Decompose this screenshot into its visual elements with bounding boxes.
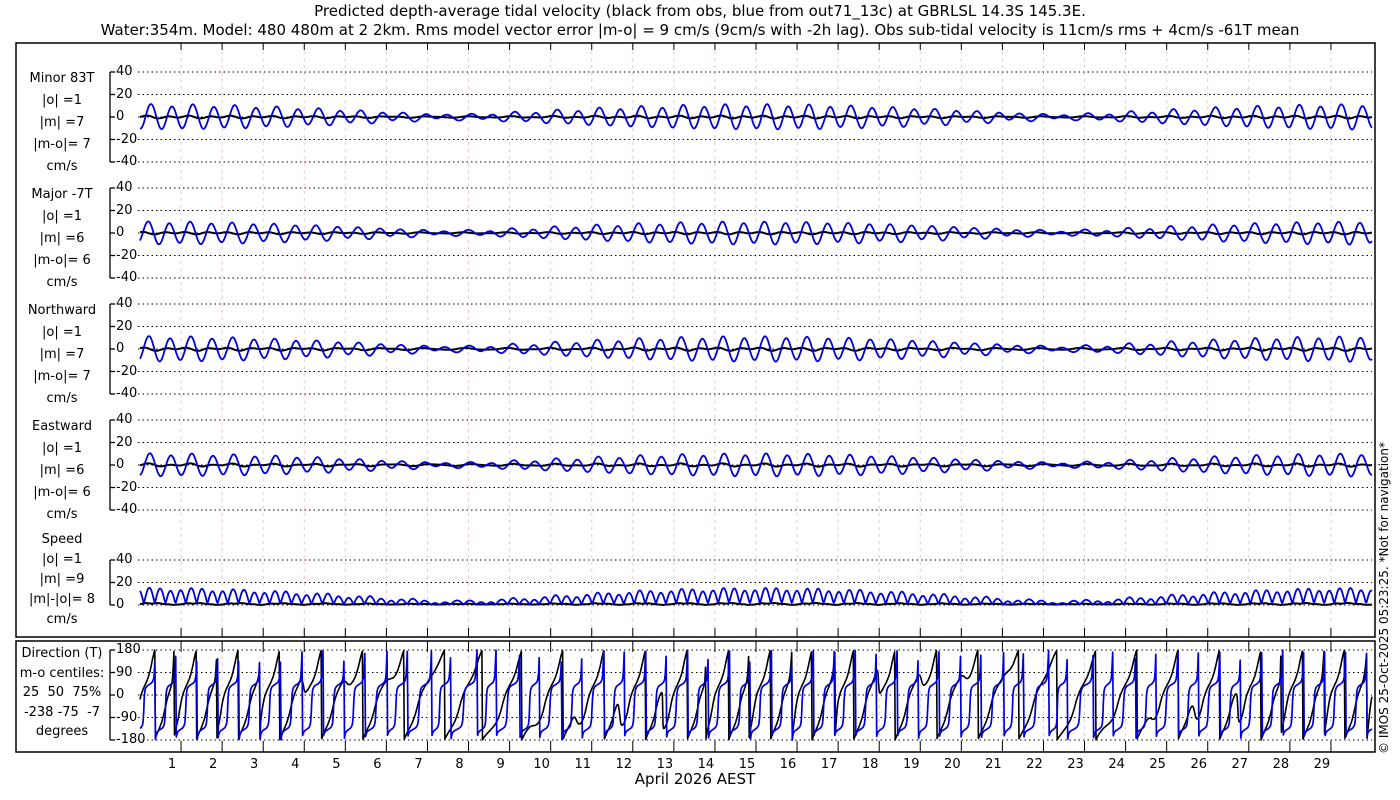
y-tick-label-minor: -20 [116,131,138,147]
y-tick-label-direction: -180 [116,732,146,748]
panel-label-north-line1: |o| =1 [41,325,82,340]
panel-label-minor-line1: |o| =1 [41,93,82,108]
panel-label-minor-line2: |m| =7 [39,115,85,130]
panel-label-east-line0: Eastward [31,419,93,434]
panel-label-major-line4: cm/s [46,275,78,290]
panel-label-north-line4: cm/s [46,391,78,406]
y-tick-label-east: 0 [116,457,125,473]
y-tick-label-speed: 0 [116,597,125,613]
y-tick-label-direction: 180 [116,642,141,658]
panel-label-major-line0: Major -7T [31,187,93,202]
panel-label-minor-line4: cm/s [46,159,78,174]
y-tick-label-minor: 0 [116,109,125,125]
panel-label-direction-line4: degrees [35,724,89,739]
panel-label-north-line2: |m| =7 [39,347,85,362]
panel-label-direction-line1: m-o centiles: [19,665,105,681]
y-tick-label-speed: 40 [116,552,133,568]
y-tick-label-north: 0 [116,341,125,357]
y-tick-label-east: -20 [116,479,138,495]
panel-label-direction-line3: -238 -75 -7 [23,704,101,720]
y-tick-label-minor: -40 [116,154,138,170]
panel-label-east-line1: |o| =1 [41,441,82,456]
panel-label-direction-line0: Direction (T) [21,646,103,661]
panel-label-minor-line3: |m-o|= 7 [33,137,91,152]
y-tick-label-direction: -90 [116,709,138,725]
panel-label-north-line0: Northward [27,303,97,318]
y-tick-label-major: -20 [116,247,138,263]
y-tick-label-north: 40 [116,296,133,312]
y-tick-label-direction: 0 [116,687,125,703]
panel-label-east-line3: |m-o|= 6 [33,485,91,500]
panel-label-major-line3: |m-o|= 6 [33,253,91,268]
y-tick-label-north: 20 [116,318,133,334]
y-tick-label-east: 20 [116,434,133,450]
panel-label-speed-line3: |m|-|o|= 8 [28,592,96,607]
panel-label-major-line2: |m| =6 [39,231,85,246]
panel-label-major-line1: |o| =1 [41,209,82,224]
y-tick-label-north: -40 [116,386,138,402]
panel-label-direction-line2: 25 50 75% [22,685,102,700]
y-tick-label-major: 40 [116,180,133,196]
panel-label-minor-line0: Minor 83T [29,71,95,86]
imos-watermark: © IMOS 25-Oct-2025 05:23:25. *Not for na… [1377,442,1391,754]
panel-label-north-line3: |m-o|= 7 [33,369,91,384]
y-tick-label-major: -40 [116,270,138,286]
panel-label-east-line2: |m| =6 [39,463,85,478]
y-tick-label-minor: 40 [116,64,133,80]
y-tick-label-direction: 90 [116,664,133,680]
y-tick-label-major: 20 [116,202,133,218]
y-tick-label-east: 40 [116,412,133,428]
panel-label-speed-line0: Speed [41,532,83,547]
plot-labels-layer: 40 20 0 -20 -40 40 20 0 -20 -40 40 20 0 -20 -40 40 20 0 -2… [0,0,1400,800]
x-axis-label: April 2026 AEST [634,770,756,788]
tidal-velocity-plot-page: Predicted depth-average tidal velocity (… [0,0,1400,800]
panel-label-speed-line2: |m| =9 [39,572,85,587]
y-tick-label-major: 0 [116,225,125,241]
y-tick-label-minor: 20 [116,86,133,102]
panel-label-speed-line1: |o| =1 [41,552,82,567]
y-tick-label-north: -20 [116,363,138,379]
y-tick-label-speed: 20 [116,574,133,590]
y-tick-label-east: -40 [116,502,138,518]
panel-label-east-line4: cm/s [46,507,78,522]
panel-label-speed-line4: cm/s [46,612,78,627]
